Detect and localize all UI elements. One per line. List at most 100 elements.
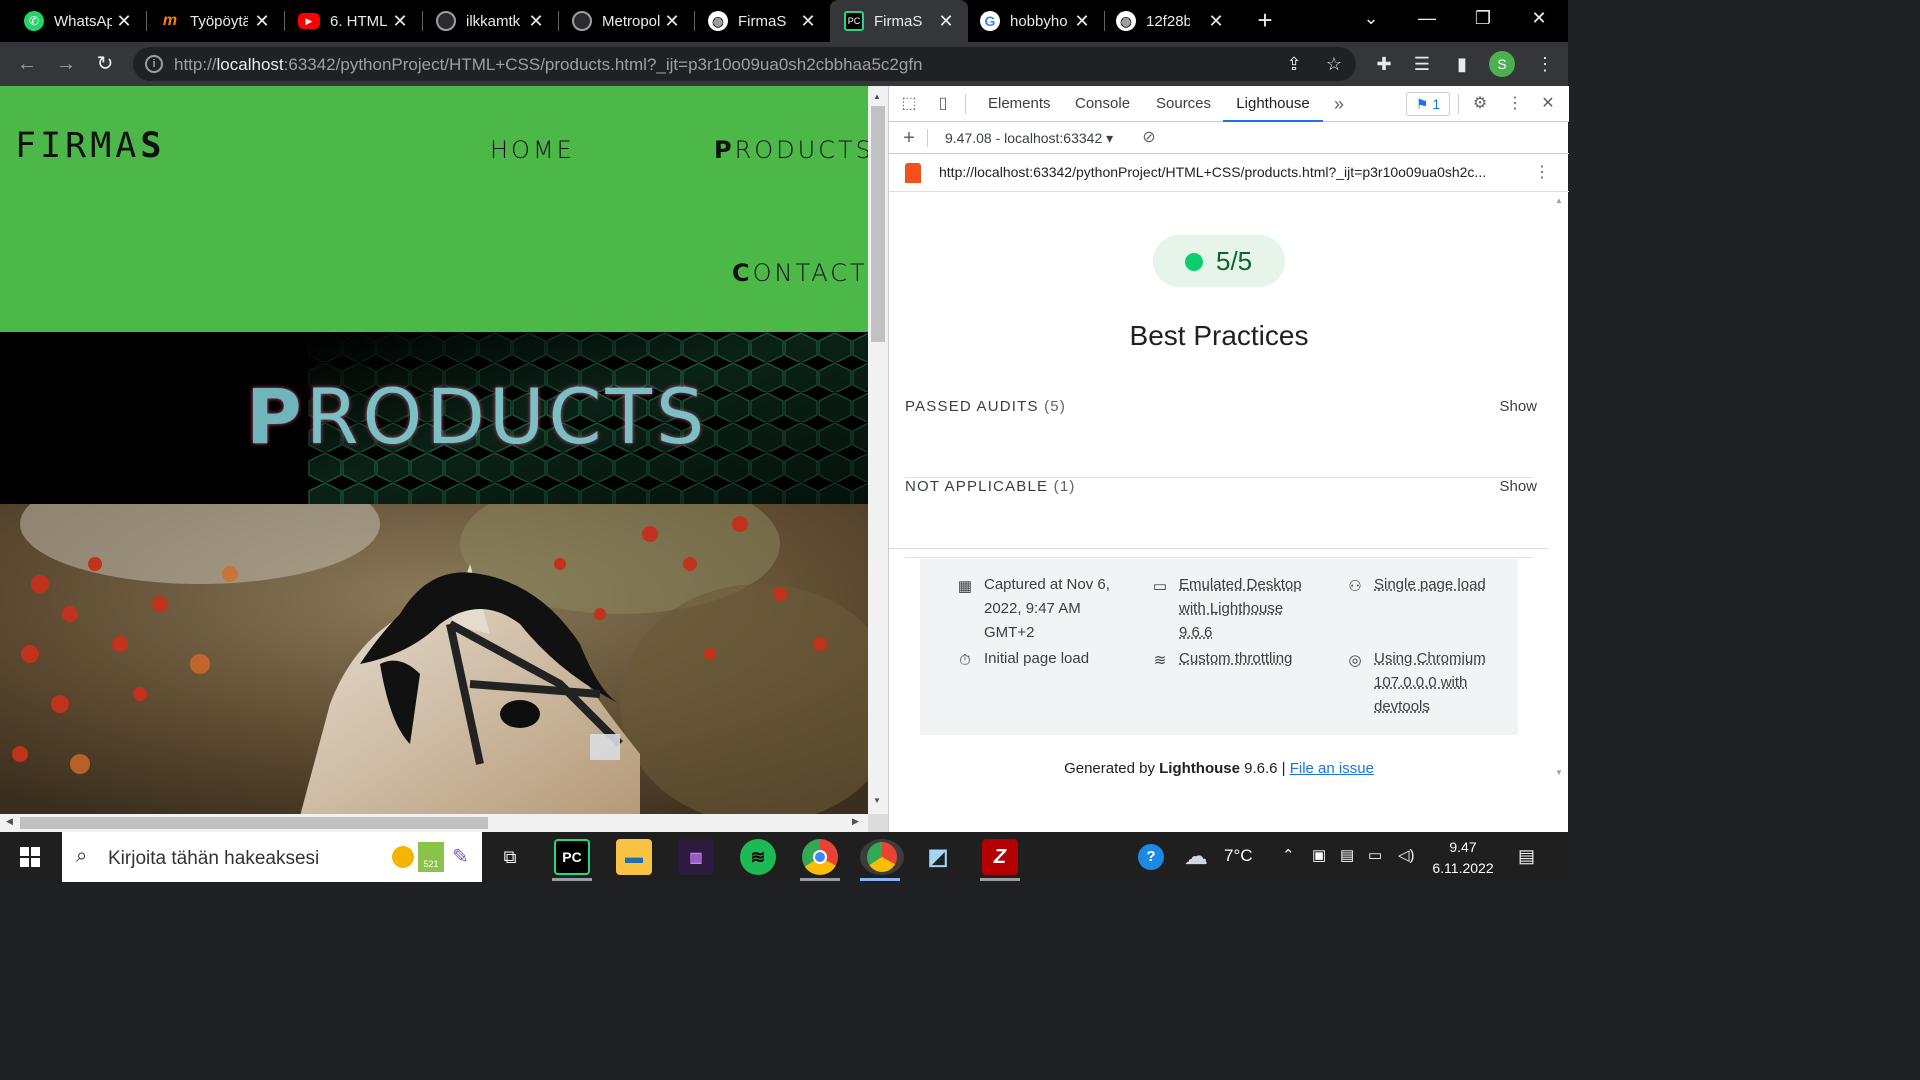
profile-avatar[interactable]: S bbox=[1489, 51, 1515, 77]
extensions-icon[interactable]: ✚ bbox=[1373, 53, 1395, 75]
chrome-icon: ◎ bbox=[1348, 652, 1362, 669]
close-tab-icon[interactable]: ✕ bbox=[1206, 11, 1226, 31]
tab-search-icon[interactable]: ⌄ bbox=[1356, 8, 1386, 32]
inspect-element-icon[interactable]: ⬚ bbox=[899, 94, 919, 114]
report-url[interactable]: http://localhost:63342/pythonProject/HTM… bbox=[939, 164, 1486, 180]
chevron-up-icon[interactable]: ⌃ bbox=[1282, 846, 1295, 864]
pycharm-taskbar-icon[interactable]: PC bbox=[554, 839, 590, 875]
new-report-icon[interactable]: + bbox=[899, 128, 919, 148]
tab-elements[interactable]: Elements bbox=[988, 86, 1051, 122]
notepad-icon[interactable]: ◩ bbox=[920, 839, 956, 875]
close-tab-icon[interactable]: ✕ bbox=[526, 11, 546, 31]
site-logo[interactable]: FIRMAS bbox=[15, 126, 165, 166]
custom-throttling[interactable]: ≋ Custom throttling bbox=[1154, 647, 1293, 671]
bookmark-star-icon[interactable]: ☆ bbox=[1323, 53, 1345, 75]
lighthouse-url-bar: http://localhost:63342/pythonProject/HTM… bbox=[889, 154, 1569, 192]
site-info-icon[interactable]: i bbox=[145, 55, 163, 73]
spotify-icon[interactable]: ≋ bbox=[740, 839, 776, 875]
close-tab-icon[interactable]: ✕ bbox=[1072, 11, 1092, 31]
task-view-icon[interactable]: ⧉ bbox=[492, 839, 528, 875]
notifications-icon[interactable]: ▤ bbox=[1518, 846, 1535, 867]
volume-icon[interactable]: ◁) bbox=[1398, 846, 1415, 864]
browser-tab-youtube[interactable]: ▶ 6. HTML ✕ bbox=[284, 0, 422, 42]
restore-icon[interactable]: ❐ bbox=[1468, 8, 1498, 32]
close-tab-icon[interactable]: ✕ bbox=[252, 11, 272, 31]
page-vertical-scrollbar[interactable]: ▲ ▼ bbox=[868, 86, 888, 816]
address-bar[interactable]: i http://localhost:63342/pythonProject/H… bbox=[133, 47, 1356, 81]
browser-tab-google-search[interactable]: G hobbyhorse ✕ bbox=[968, 0, 1104, 42]
cloud-icon: ☁ bbox=[1184, 843, 1208, 870]
help-icon[interactable]: ? bbox=[1138, 844, 1164, 870]
device-toolbar-icon[interactable]: ▯ bbox=[933, 94, 953, 114]
file-explorer-icon[interactable]: ▬ bbox=[616, 839, 652, 875]
browser-tab-github-metropolia[interactable]: Metropolia ✕ bbox=[558, 0, 694, 42]
page-scroll-thumb[interactable] bbox=[871, 106, 885, 342]
report-selector[interactable]: 9.47.08 - localhost:63342 ▾ bbox=[945, 130, 1113, 147]
page-horizontal-scrollbar[interactable]: ◀ ▶ bbox=[0, 814, 868, 832]
taskbar-search[interactable]: ⌕ Kirjoita tähän hakeaksesi 521 ✎ bbox=[62, 832, 482, 882]
tab-lighthouse[interactable]: Lighthouse bbox=[1223, 86, 1323, 122]
nav-link-contact[interactable]: CONTACT bbox=[732, 259, 868, 287]
close-devtools-icon[interactable]: ✕ bbox=[1538, 94, 1558, 114]
clear-reports-icon[interactable]: ⊘ bbox=[1139, 128, 1159, 148]
devtools-tab-bar: ⬚ ▯ Elements Console Sources Lighthouse … bbox=[889, 86, 1569, 122]
single-page-load[interactable]: ⚇ Single page load bbox=[1348, 573, 1486, 597]
weather-temp[interactable]: 7°C bbox=[1224, 846, 1253, 866]
close-tab-icon[interactable]: ✕ bbox=[936, 11, 956, 31]
filezilla-icon[interactable]: Z bbox=[982, 839, 1018, 875]
meet-icon[interactable]: ▣ bbox=[1312, 846, 1326, 864]
nav-link-home[interactable]: HOME bbox=[490, 136, 575, 164]
close-tab-icon[interactable]: ✕ bbox=[662, 11, 682, 31]
report-scrollbar[interactable]: ▲ ▼ bbox=[1549, 192, 1569, 782]
tab-sources[interactable]: Sources bbox=[1156, 86, 1211, 122]
close-tab-icon[interactable]: ✕ bbox=[390, 11, 410, 31]
browser-tab-tyopoyta[interactable]: m Työpöytä ✕ bbox=[146, 0, 284, 42]
reload-icon[interactable]: ↻ bbox=[93, 52, 117, 76]
issues-badge[interactable]: ⚑ 1 bbox=[1406, 92, 1450, 116]
menu-kebab-icon[interactable]: ⋮ bbox=[1534, 53, 1556, 75]
horizontal-scroll-thumb[interactable] bbox=[20, 817, 488, 829]
forward-icon[interactable]: → bbox=[54, 52, 78, 76]
whatsapp-icon: ✆ bbox=[24, 11, 44, 31]
browser-tab-whatsapp[interactable]: ✆ WhatsApp ✕ bbox=[0, 0, 146, 42]
display-icon[interactable]: ▤ bbox=[1340, 846, 1354, 864]
nav-link-products[interactable]: PRODUCTS bbox=[714, 136, 868, 164]
tab-console[interactable]: Console bbox=[1075, 86, 1130, 122]
devtools-menu-icon[interactable]: ⋮ bbox=[1505, 94, 1525, 114]
battery-icon[interactable]: ▭ bbox=[1368, 846, 1382, 864]
pycharm-icon: PC bbox=[844, 11, 864, 31]
new-tab-button[interactable]: + bbox=[1252, 7, 1278, 34]
settings-gear-icon[interactable]: ⚙ bbox=[1470, 94, 1490, 114]
back-icon[interactable]: ← bbox=[15, 52, 39, 76]
using-chromium[interactable]: ◎ Using Chromium 107.0.0.0 with devtools bbox=[1348, 647, 1485, 719]
share-icon[interactable]: ⇪ bbox=[1283, 53, 1305, 75]
browser-tab-firmas-1[interactable]: ◍ FirmaS Products ✕ bbox=[694, 0, 830, 42]
more-tabs-icon[interactable]: » bbox=[1329, 94, 1349, 114]
visual-studio-icon[interactable]: ▥ bbox=[678, 839, 714, 875]
show-passed-button[interactable]: Show bbox=[1499, 398, 1537, 415]
tab-title: Metropolia bbox=[602, 12, 660, 30]
file-issue-link[interactable]: File an issue bbox=[1290, 760, 1374, 777]
browser-tab-hash[interactable]: ◍ 12f28b5 ✕ bbox=[1104, 0, 1238, 42]
close-window-icon[interactable]: ✕ bbox=[1524, 8, 1554, 32]
tab-title: ilkkamtk bbox=[466, 12, 521, 30]
lighthouse-report: 5/5 Best Practices PASSED AUDITS (5) Sho… bbox=[889, 192, 1549, 832]
url-text[interactable]: http://localhost:63342/pythonProject/HTM… bbox=[174, 55, 923, 75]
pen-icon: ✎ bbox=[452, 846, 469, 868]
start-button[interactable] bbox=[0, 832, 60, 882]
tab-title: hobbyhorse bbox=[1010, 12, 1068, 30]
report-menu-icon[interactable]: ⋮ bbox=[1532, 163, 1552, 183]
reading-list-icon[interactable]: ☰ bbox=[1411, 53, 1433, 75]
system-clock[interactable]: 9.47 6.11.2022 bbox=[1422, 837, 1504, 879]
minimize-icon[interactable]: — bbox=[1412, 8, 1442, 32]
chrome-taskbar-icon[interactable] bbox=[802, 839, 838, 875]
browser-tab-firmas-active[interactable]: PC FirmaS Products ✕ bbox=[830, 0, 968, 42]
browser-tab-github-ilkkamtk[interactable]: ilkkamtk ✕ bbox=[422, 0, 558, 42]
tab-title: 6. HTML bbox=[330, 12, 388, 30]
close-tab-icon[interactable]: ✕ bbox=[114, 11, 134, 31]
emulated-desktop[interactable]: ▭ Emulated Desktop with Lighthouse 9.6.6 bbox=[1153, 573, 1302, 645]
chrome-dev-taskbar-icon[interactable] bbox=[860, 839, 904, 875]
side-panel-icon[interactable]: ▮ bbox=[1451, 53, 1473, 75]
show-not-applicable-button[interactable]: Show bbox=[1499, 478, 1537, 495]
close-tab-icon[interactable]: ✕ bbox=[798, 11, 818, 31]
